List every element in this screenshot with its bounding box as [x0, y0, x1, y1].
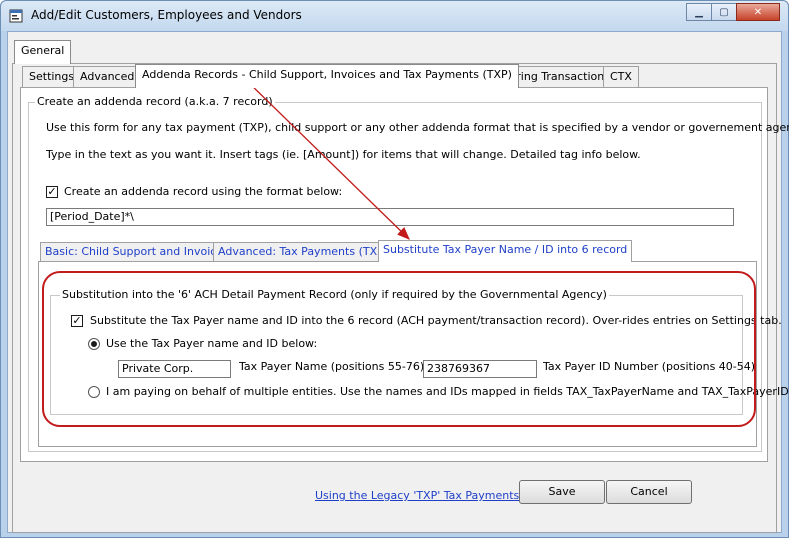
minimize-button[interactable]: ▁: [686, 3, 712, 21]
addenda-intro-line1: Use this form for any tax payment (TXP),…: [46, 121, 789, 134]
window-title: Add/Edit Customers, Employees and Vendor…: [31, 8, 302, 22]
app-window: Add/Edit Customers, Employees and Vendor…: [0, 0, 789, 538]
tab-addenda-records[interactable]: Addenda Records - Child Support, Invoice…: [135, 64, 519, 88]
tax-payer-id-label: Tax Payer ID Number (positions 40-54): [543, 360, 756, 373]
tab-substitute-tax-payer[interactable]: Substitute Tax Payer Name / ID into 6 re…: [378, 240, 633, 262]
addenda-group-title: Create an addenda record (a.k.a. 7 recor…: [35, 95, 275, 108]
app-icon: [9, 9, 23, 23]
close-button[interactable]: ✕: [736, 3, 780, 21]
substitute-checkbox-label: Substitute the Tax Payer name and ID int…: [90, 314, 782, 327]
create-addenda-label: Create an addenda record using the forma…: [64, 185, 343, 198]
maximize-icon: ▢: [719, 6, 729, 18]
create-addenda-checkbox[interactable]: ✓: [46, 186, 58, 198]
multiple-entities-label: I am paying on behalf of multiple entiti…: [106, 385, 789, 398]
window-controls: ▁ ▢ ✕: [686, 3, 780, 21]
tab-advanced[interactable]: Advanced: [73, 66, 142, 88]
minimize-icon: ▁: [695, 6, 703, 18]
addenda-intro-line2: Type in the text as you want it. Insert …: [46, 148, 641, 161]
maximize-button[interactable]: ▢: [711, 3, 737, 21]
tab-advanced-tax-payments[interactable]: Advanced: Tax Payments (TXP): [213, 242, 394, 262]
tax-payer-name-label: Tax Payer Name (positions 55-76): [239, 360, 425, 373]
tax-payer-id-input[interactable]: 238769367: [423, 360, 537, 378]
use-tax-payer-label: Use the Tax Payer name and ID below:: [106, 337, 318, 350]
multiple-entities-radio[interactable]: [88, 386, 100, 398]
use-tax-payer-radio[interactable]: [88, 338, 100, 350]
tab-ctx[interactable]: CTX: [603, 66, 639, 88]
dialog-client: General Settings Advanced Addenda Record…: [7, 31, 789, 533]
tab-general[interactable]: General: [14, 40, 72, 64]
tab-basic-child-support[interactable]: Basic: Child Support and Invoices: [40, 242, 234, 262]
close-icon: ✕: [753, 6, 763, 18]
addenda-format-input[interactable]: [Period_Date]*\: [46, 208, 734, 226]
tax-payer-name-input[interactable]: Private Corp.: [118, 360, 231, 378]
cancel-button[interactable]: Cancel: [606, 480, 692, 504]
title-bar[interactable]: Add/Edit Customers, Employees and Vendor…: [1, 1, 788, 31]
legacy-txp-link[interactable]: Using the Legacy 'TXP' Tax Payments?: [315, 489, 525, 502]
save-button[interactable]: Save: [519, 480, 605, 504]
substitute-checkbox[interactable]: ✓: [71, 315, 83, 327]
substitution-group-title: Substitution into the '6' ACH Detail Pay…: [60, 288, 609, 301]
